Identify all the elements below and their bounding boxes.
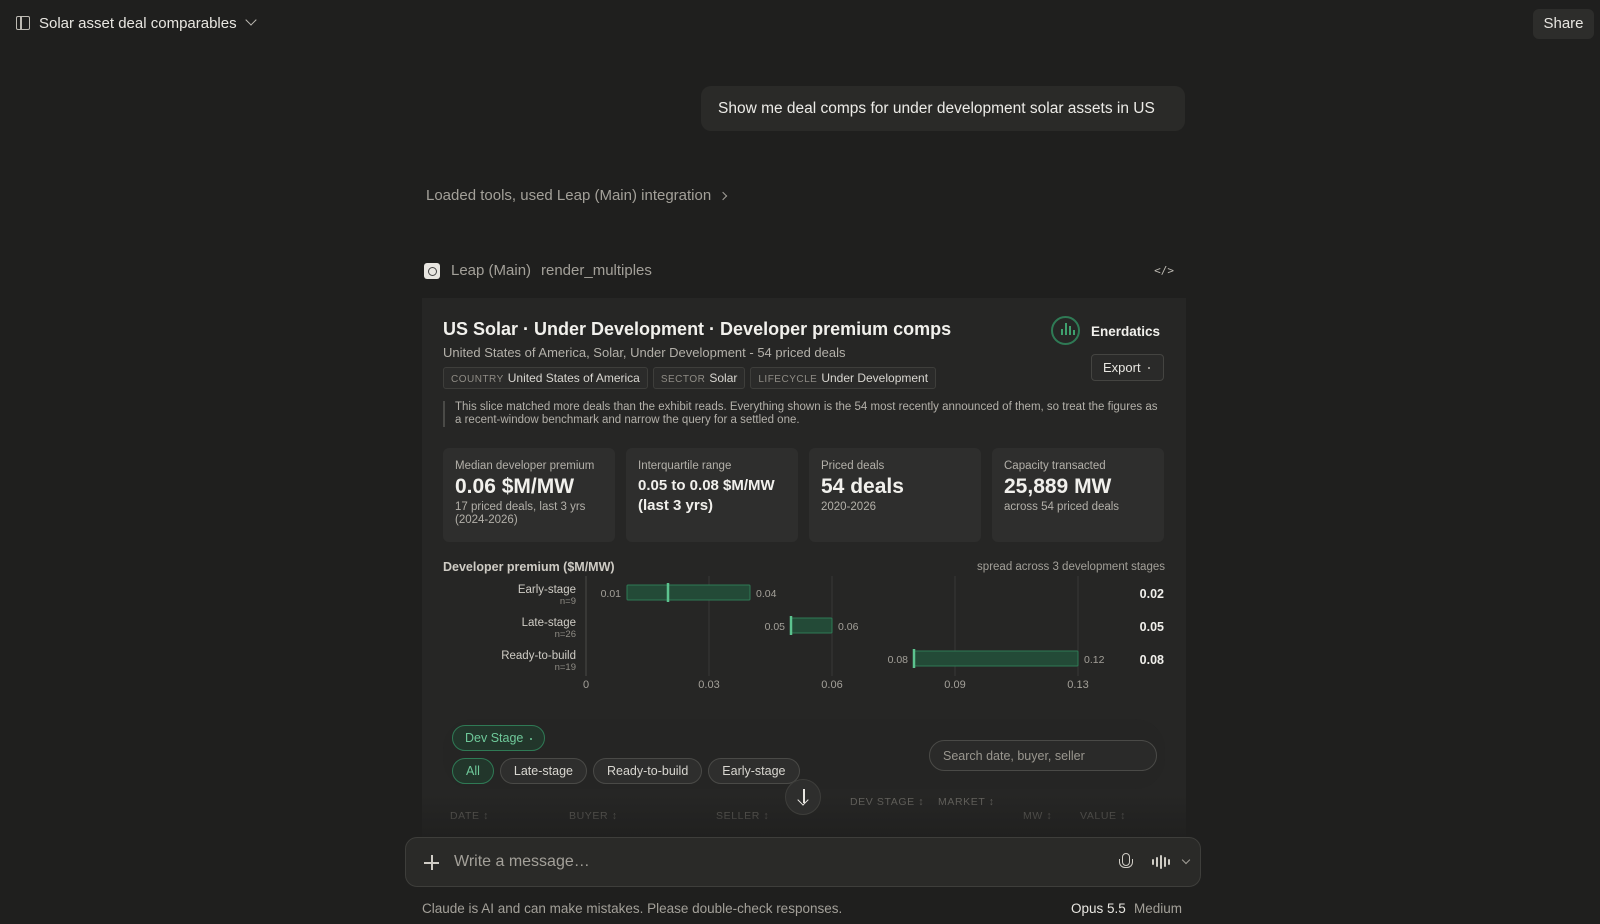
low-label: 0.08 [888,654,909,666]
x-tick-label: 0.06 [821,679,842,691]
col-mw[interactable]: MW ↕ [1023,810,1052,822]
category-label: Ready-to-build [501,650,576,662]
col-buyer[interactable]: BUYER ↕ [569,810,618,822]
category-label: Late-stage [522,617,576,629]
kpi-value: 0.06 $M/MW [455,475,575,498]
kpi-value: 25,889 MW [1004,475,1112,498]
plus-icon[interactable] [424,855,439,870]
col-market[interactable]: MARKET ↕ [938,796,998,808]
kpi-card: Interquartile range 0.05 to 0.08 $M/MW (… [626,448,798,542]
kpi-value: 54 deals [821,475,904,498]
chevron-down-icon[interactable] [245,14,257,26]
range-bar [626,584,751,601]
kpi-label: Median developer premium [455,460,595,472]
chip-value: Under Development [821,371,929,385]
kpi-detail: across 54 priced deals [1004,501,1120,513]
widget-title: US Solar · Under Development · Developer… [443,319,952,339]
developer-premium-chart: 0 0.03 0.06 0.09 0.13 Early-stagen=9 0.01 0.04 0… [501,576,1164,691]
col-seller[interactable]: SELLER ↕ [716,810,769,822]
category-count: n=9 [560,596,576,607]
x-tick-label: 0.03 [698,679,719,691]
tool-call-header: Leap (Main) render_multiples </> [424,260,1186,282]
filter-early-stage[interactable]: Early-stage [708,758,800,784]
effort-selector[interactable]: Medium [1134,901,1182,916]
kpi-detail: 2020-2026 [821,501,876,513]
chip-key: LIFECYCLE [758,374,818,385]
voice-mode-icon[interactable] [1152,855,1170,869]
kpi-label: Interquartile range [638,460,732,472]
chip-country: COUNTRY United States of America [443,367,648,389]
disclaimer: Claude is AI and can make mistakes. Plea… [422,901,843,916]
chip-key: COUNTRY [451,374,504,385]
message-input[interactable] [454,850,1054,874]
chart-title: Developer premium ($M/MW) [443,560,615,574]
kpi-label: Priced deals [821,460,885,472]
col-value[interactable]: VALUE ↕ [1080,810,1126,822]
widget-panel: US Solar · Under Development · Developer… [422,298,1186,838]
high-label: 0.04 [756,588,777,600]
kpi-row: Median developer premium 0.06 $M/MW 17 p… [443,448,1164,542]
user-message: Show me deal comps for under development… [701,86,1185,131]
median-value-label: 0.08 [1140,653,1164,667]
median-value-label: 0.02 [1140,587,1164,601]
kpi-label: Capacity transacted [1004,460,1106,472]
export-button[interactable]: Export [1091,354,1164,381]
chip-value: United States of America [507,371,640,385]
conversation-title[interactable]: Solar asset deal comparables [39,15,237,32]
tool-integration-name: Leap (Main) [451,262,532,279]
code-icon[interactable]: </> [1154,264,1174,277]
share-button[interactable]: Share [1533,9,1594,39]
tool-function-name: render_multiples [541,262,652,279]
dev-stage-dropdown[interactable]: Dev Stage [452,725,546,751]
low-label: 0.05 [765,621,786,633]
stage-filter-chips: All Late-stage Ready-to-build Early-stag… [452,758,800,784]
x-tick-label: 0 [583,679,589,691]
x-tick-label: 0.09 [944,679,965,691]
filter-ready-to-build[interactable]: Ready-to-build [592,758,703,784]
kpi-card: Priced deals 54 deals 2020-2026 [809,448,981,542]
high-label: 0.06 [838,621,859,633]
col-dev-stage[interactable]: DEV STAGE ↕ [850,796,930,808]
kpi-card: Median developer premium 0.06 $M/MW 17 p… [443,448,615,542]
median-value-label: 0.05 [1140,620,1164,634]
microphone-icon[interactable] [1119,853,1133,871]
sample-note: This slice matched more deals than the e… [443,401,1165,427]
category-label: Early-stage [518,584,576,596]
x-tick-label: 0.13 [1067,679,1088,691]
sidebar-toggle-icon[interactable] [16,16,30,30]
top-bar: Solar asset deal comparables Share [0,0,1600,48]
leap-logo-icon [424,263,440,279]
chip-value: Solar [709,371,738,385]
filter-chips: COUNTRY United States of America SECTOR So… [443,367,937,389]
category-count: n=19 [555,662,576,673]
range-bar [913,650,1079,667]
high-label: 0.12 [1084,654,1105,666]
tools-summary[interactable]: Loaded tools, used Leap (Main) integrati… [426,187,711,204]
table-header: DATE ↕ BUYER ↕ SELLER ↕ DEV STAGE ↕ MARK… [450,796,1170,834]
chip-sector: SECTOR Solar [652,367,746,389]
kpi-card: Capacity transacted 25,889 MW across 54 … [992,448,1164,542]
category-count: n=26 [555,629,576,640]
chevron-down-icon[interactable] [1181,855,1191,865]
filter-all[interactable]: All [452,758,494,784]
chip-key: SECTOR [660,374,706,385]
range-bar [790,617,833,634]
filter-late-stage[interactable]: Late-stage [499,758,587,784]
col-date[interactable]: DATE ↕ [450,810,489,822]
low-label: 0.01 [601,588,622,600]
composer [405,837,1201,887]
kpi-value: 0.05 to 0.08 $M/MW (last 3 yrs) [638,477,775,514]
kpi-detail: 17 priced deals, last 3 yrs (2024-2026) [455,501,586,526]
search-input[interactable] [929,740,1157,771]
chip-lifecycle: LIFECYCLE Under Development [750,367,937,389]
scroll-down-button[interactable] [785,779,821,815]
enerdatics-logo-icon [1051,316,1080,345]
brand-name: Enerdatics [1091,324,1161,339]
chart-note: spread across 3 development stages [977,561,1165,573]
brand: Enerdatics [1051,316,1171,346]
model-selector[interactable]: Opus 5.5 [1071,901,1126,916]
widget-subtitle: United States of America, Solar, Under D… [443,345,846,360]
chevron-right-icon[interactable] [718,191,728,201]
